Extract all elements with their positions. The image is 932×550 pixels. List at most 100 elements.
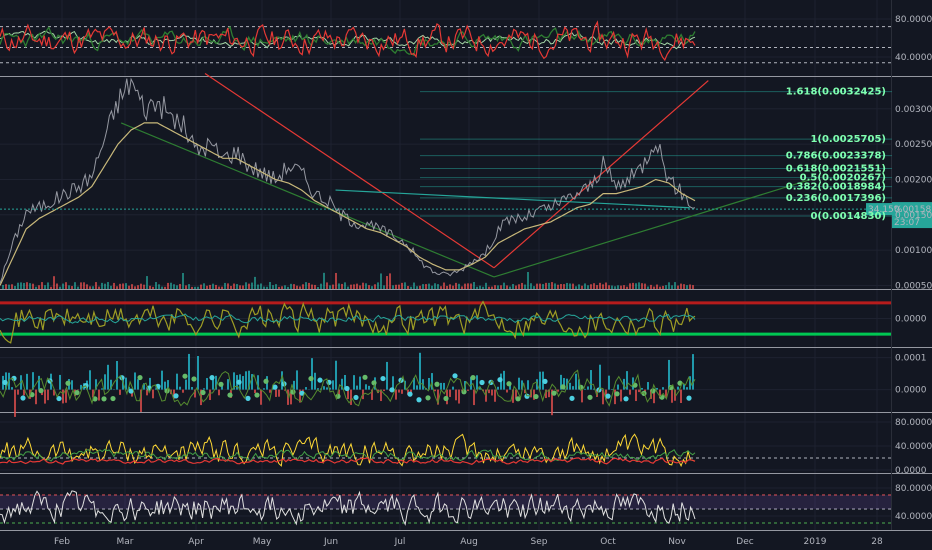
histogram-dot bbox=[506, 381, 512, 387]
volume-bar bbox=[302, 284, 304, 289]
fib-level-label: 1.618(0.0032425) bbox=[786, 87, 886, 98]
volume-bar bbox=[452, 285, 454, 289]
volume-bar bbox=[317, 286, 319, 289]
y-tick-label: 0.0001 bbox=[895, 354, 927, 364]
x-tick-label: Mar bbox=[117, 537, 134, 547]
histogram-bar bbox=[386, 361, 388, 390]
histogram-dot bbox=[191, 376, 197, 382]
volume-bar bbox=[596, 285, 598, 289]
volume-bar bbox=[65, 282, 67, 289]
volume-bar bbox=[515, 285, 517, 289]
volume-bar bbox=[386, 276, 388, 289]
volume-bar bbox=[692, 285, 694, 289]
histogram-bar bbox=[161, 370, 163, 390]
volume-bar bbox=[500, 285, 502, 289]
volume-bar bbox=[458, 283, 460, 289]
volume-bar bbox=[122, 283, 124, 289]
histogram-bar bbox=[503, 370, 505, 390]
crypto-chart[interactable]: Feb Mar Apr May Jun Jul Aug Sep Oct Nov Dec 2019 28 8… bbox=[0, 0, 932, 550]
volume-bar bbox=[251, 282, 253, 289]
volume-bar bbox=[104, 283, 106, 289]
volume-bar bbox=[605, 282, 607, 289]
y-tick-label: 80.0000 bbox=[895, 484, 932, 494]
histogram-bar bbox=[245, 371, 247, 390]
volume-bar bbox=[185, 285, 187, 289]
histogram-dot bbox=[407, 391, 413, 397]
volume-bar bbox=[683, 284, 685, 289]
volume-bar bbox=[371, 286, 373, 289]
volume-bar bbox=[206, 285, 208, 289]
volume-bar bbox=[380, 273, 382, 289]
histogram-bar bbox=[38, 375, 40, 390]
volume-bar bbox=[536, 283, 538, 289]
volume-bar bbox=[290, 283, 292, 289]
histogram-bar bbox=[608, 375, 610, 390]
histogram-bar bbox=[569, 382, 571, 390]
x-tick-label: 28 bbox=[871, 537, 883, 547]
volume-bar bbox=[101, 282, 103, 289]
volume-bar bbox=[194, 286, 196, 289]
histogram-bar bbox=[620, 389, 622, 402]
volume-bar bbox=[137, 285, 139, 289]
volume-bar bbox=[530, 283, 532, 289]
volume-bar bbox=[41, 282, 43, 289]
histogram-bar bbox=[572, 386, 574, 390]
y-tick-label: 0.0000 bbox=[895, 315, 927, 325]
volume-bar bbox=[245, 282, 247, 289]
histogram-bar bbox=[107, 364, 109, 390]
fib-level-label: 1(0.0025705) bbox=[810, 134, 886, 145]
volume-bar bbox=[662, 285, 664, 289]
histogram-dot bbox=[497, 377, 503, 383]
volume-bar bbox=[689, 284, 691, 289]
volume-bar bbox=[146, 276, 148, 289]
volume-bar bbox=[110, 285, 112, 289]
volume-bar bbox=[89, 286, 91, 289]
volume-bar bbox=[152, 286, 154, 289]
volume-bar bbox=[113, 282, 115, 289]
volume-bar bbox=[650, 284, 652, 289]
histogram-bar bbox=[254, 389, 256, 394]
histogram-bar bbox=[458, 389, 460, 404]
histogram-bar bbox=[668, 359, 670, 390]
histogram-bar bbox=[440, 382, 442, 390]
volume-bar bbox=[425, 284, 427, 289]
volume-bar bbox=[518, 284, 520, 289]
histogram-bar bbox=[119, 389, 121, 395]
volume-bar bbox=[44, 285, 46, 289]
volume-bar bbox=[470, 283, 472, 289]
histogram-bar bbox=[269, 389, 271, 393]
volume-bar bbox=[344, 282, 346, 289]
histogram-dot bbox=[560, 384, 566, 390]
histogram-bar bbox=[242, 376, 244, 390]
volume-bar bbox=[266, 286, 268, 289]
histogram-bar bbox=[455, 389, 457, 401]
histogram-bar bbox=[449, 389, 451, 397]
histogram-bar bbox=[353, 375, 355, 390]
histogram-dot bbox=[632, 382, 638, 388]
histogram-bar bbox=[590, 370, 592, 390]
volume-bar bbox=[53, 276, 55, 289]
volume-bar bbox=[389, 273, 391, 289]
volume-bar bbox=[377, 282, 379, 289]
histogram-bar bbox=[434, 389, 436, 392]
volume-bar bbox=[56, 283, 58, 289]
x-tick-label: May bbox=[253, 537, 272, 547]
y-tick-label: 0.0020000 bbox=[895, 175, 932, 185]
histogram-bar bbox=[662, 387, 664, 390]
volume-bar bbox=[119, 283, 121, 289]
volume-bar bbox=[494, 285, 496, 289]
volume-bar bbox=[311, 284, 313, 289]
volume-bar bbox=[638, 282, 640, 289]
volume-bar bbox=[584, 283, 586, 289]
histogram-bar bbox=[638, 389, 640, 393]
volume-bar bbox=[512, 283, 514, 289]
histogram-bar bbox=[104, 374, 106, 390]
volume-bar bbox=[599, 282, 601, 289]
volume-bar bbox=[188, 284, 190, 289]
volume-bar bbox=[116, 286, 118, 289]
volume-bar bbox=[29, 283, 31, 289]
histogram-dot bbox=[308, 375, 314, 382]
histogram-bar bbox=[575, 373, 577, 390]
volume-bar bbox=[395, 284, 397, 289]
volume-bar bbox=[158, 284, 160, 289]
